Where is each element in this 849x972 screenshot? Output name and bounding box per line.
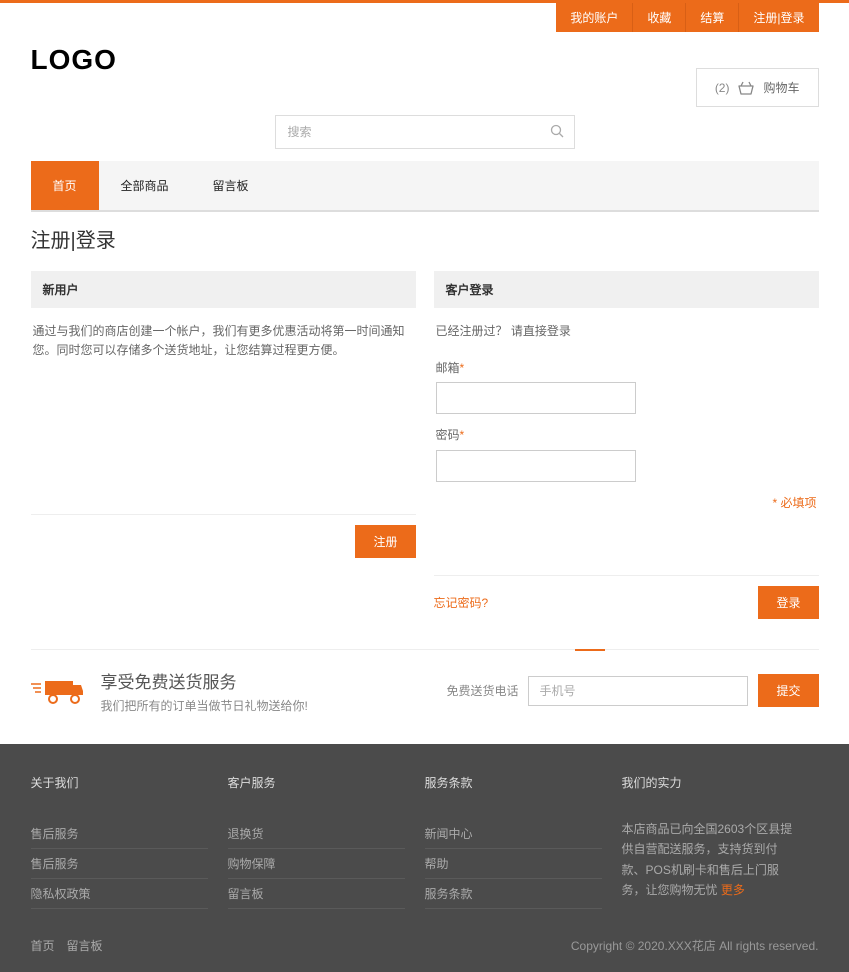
email-field[interactable] bbox=[436, 382, 636, 414]
submit-button[interactable]: 提交 bbox=[758, 674, 818, 707]
promo-sub: 我们把所有的订单当做节日礼物送给你! bbox=[101, 697, 308, 714]
footer-bottom-link[interactable]: 首页 bbox=[31, 937, 55, 954]
footer-bottom-link[interactable]: 留言板 bbox=[67, 937, 103, 954]
footer-link[interactable]: 隐私权政策 bbox=[31, 879, 208, 909]
nav-tabs: 首页全部商品留言板 bbox=[31, 161, 819, 212]
promo-title: 享受免费送货服务 bbox=[101, 668, 308, 693]
footer-link[interactable]: 购物保障 bbox=[228, 849, 405, 879]
cart-count: (2) bbox=[715, 81, 730, 95]
footer-col-head: 关于我们 bbox=[31, 774, 208, 791]
promo-phone-label: 免费送货电话 bbox=[446, 682, 518, 699]
nav-tab[interactable]: 留言板 bbox=[191, 161, 271, 210]
footer-link[interactable]: 售后服务 bbox=[31, 819, 208, 849]
footer-strength-text: 本店商品已向全国2603个区县提供自营配送服务，支持货到付款、POS机刷卡和售后… bbox=[622, 819, 799, 901]
top-nav-item[interactable]: 我的账户 bbox=[556, 3, 633, 32]
truck-icon bbox=[31, 677, 83, 705]
footer-link[interactable]: 售后服务 bbox=[31, 849, 208, 879]
top-nav: 我的账户收藏结算注册|登录 bbox=[31, 3, 819, 32]
login-button[interactable]: 登录 bbox=[758, 586, 818, 619]
new-user-head: 新用户 bbox=[31, 271, 416, 308]
top-nav-item[interactable]: 结算 bbox=[686, 3, 739, 32]
copyright: Copyright © 2020.XXX花店 All rights reserv… bbox=[571, 937, 819, 954]
email-label: 邮箱* bbox=[436, 359, 817, 378]
search-button[interactable] bbox=[539, 115, 575, 149]
nav-tab[interactable]: 全部商品 bbox=[99, 161, 191, 210]
login-prompt: 已经注册过？ 请直接登录 bbox=[436, 322, 817, 341]
page-title: 注册|登录 bbox=[31, 212, 819, 271]
footer-col-head: 客户服务 bbox=[228, 774, 405, 791]
footer-link[interactable]: 新闻中心 bbox=[425, 819, 602, 849]
more-link[interactable]: 更多 bbox=[721, 883, 745, 897]
required-note: * 必填项 bbox=[436, 494, 817, 513]
footer-link[interactable]: 帮助 bbox=[425, 849, 602, 879]
forgot-password-link[interactable]: 忘记密码? bbox=[434, 594, 489, 611]
register-button[interactable]: 注册 bbox=[355, 525, 415, 558]
password-label: 密码* bbox=[436, 426, 817, 445]
footer-link[interactable]: 服务条款 bbox=[425, 879, 602, 909]
footer-link[interactable]: 留言板 bbox=[228, 879, 405, 909]
cart-label: 购物车 bbox=[763, 79, 799, 96]
phone-input[interactable] bbox=[528, 676, 748, 706]
new-user-panel: 新用户 通过与我们的商店创建一个帐户，我们有更多优惠活动将第一时间通知您。同时您… bbox=[31, 271, 416, 619]
login-head: 客户登录 bbox=[434, 271, 819, 308]
footer-col-head: 我们的实力 bbox=[622, 774, 799, 791]
footer-link[interactable]: 退换货 bbox=[228, 819, 405, 849]
footer-col-head: 服务条款 bbox=[425, 774, 602, 791]
nav-tab[interactable]: 首页 bbox=[31, 161, 99, 210]
password-field[interactable] bbox=[436, 450, 636, 482]
top-nav-item[interactable]: 收藏 bbox=[633, 3, 686, 32]
search-icon bbox=[550, 124, 564, 141]
logo[interactable]: LOGO bbox=[31, 44, 117, 76]
new-user-desc: 通过与我们的商店创建一个帐户，我们有更多优惠活动将第一时间通知您。同时您可以存储… bbox=[31, 308, 416, 374]
login-panel: 客户登录 已经注册过？ 请直接登录 邮箱* 密码* * 必填项 忘记密码? 登录 bbox=[434, 271, 819, 619]
cart-button[interactable]: (2) 购物车 bbox=[696, 68, 819, 107]
search-input[interactable] bbox=[275, 115, 575, 149]
top-nav-item[interactable]: 注册|登录 bbox=[739, 3, 818, 32]
basket-icon bbox=[737, 81, 755, 95]
